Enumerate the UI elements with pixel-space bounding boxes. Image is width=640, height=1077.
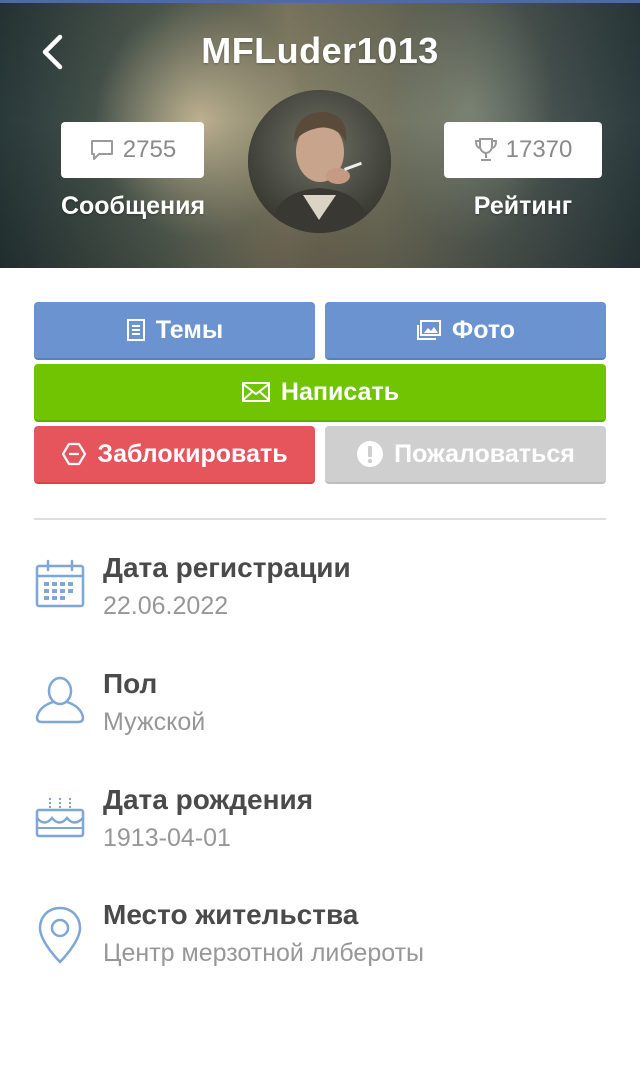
messages-label: Сообщения: [60, 192, 206, 220]
rating-label: Рейтинг: [473, 192, 573, 220]
avatar-image: [248, 90, 391, 233]
info-gender: Пол Мужской: [0, 668, 640, 758]
photo-gallery-icon: [416, 320, 441, 340]
info-title: Дата рождения: [103, 784, 314, 815]
info-value: Мужской: [103, 708, 206, 736]
info-residence: Место жительства Центр мерзотной либерот…: [0, 899, 640, 989]
messages-count: 2755: [122, 136, 177, 163]
info-value: 22.06.2022: [103, 592, 229, 620]
write-message-button[interactable]: Написать: [34, 364, 606, 422]
info-value: Центр мерзотной либероты: [103, 939, 424, 967]
write-label: Написать: [280, 377, 400, 406]
photo-button[interactable]: Фото: [325, 302, 606, 360]
info-title: Дата регистрации: [103, 552, 351, 583]
info-title: Место жительства: [103, 899, 359, 930]
speech-bubble-icon: [90, 140, 113, 160]
block-user-button[interactable]: Заблокировать: [34, 426, 315, 484]
report-label: Пожаловаться: [394, 439, 575, 468]
photo-label: Фото: [451, 315, 516, 344]
envelope-icon: [241, 382, 270, 402]
topics-label: Темы: [155, 315, 224, 344]
avatar[interactable]: [248, 90, 391, 233]
exclamation-circle-icon: [357, 441, 384, 467]
profile-username: MFLuder1013: [201, 30, 439, 71]
info-birth-date: Дата рождения 1913-04-01: [0, 784, 640, 874]
topics-button[interactable]: Темы: [34, 302, 315, 360]
info-value: 1913-04-01: [103, 824, 231, 852]
trophy-icon: [474, 138, 497, 161]
report-user-button[interactable]: Пожаловаться: [325, 426, 606, 484]
user-icon: [35, 676, 85, 724]
birthday-cake-icon: [35, 798, 85, 838]
rating-count: 17370: [505, 136, 573, 163]
section-divider: [34, 518, 606, 520]
profile-header: MFLuder1013 2755 Сообщения 17370 Рейтинг: [0, 0, 640, 268]
stop-sign-icon: [62, 442, 87, 466]
location-pin-icon: [38, 906, 82, 964]
calendar-icon: [35, 559, 85, 608]
messages-count-button[interactable]: 2755: [61, 122, 204, 178]
info-title: Пол: [103, 668, 158, 699]
document-icon: [126, 319, 145, 341]
block-label: Заблокировать: [97, 439, 288, 468]
rating-count-button[interactable]: 17370: [444, 122, 602, 178]
info-registration-date: Дата регистрации 22.06.2022: [0, 552, 640, 642]
